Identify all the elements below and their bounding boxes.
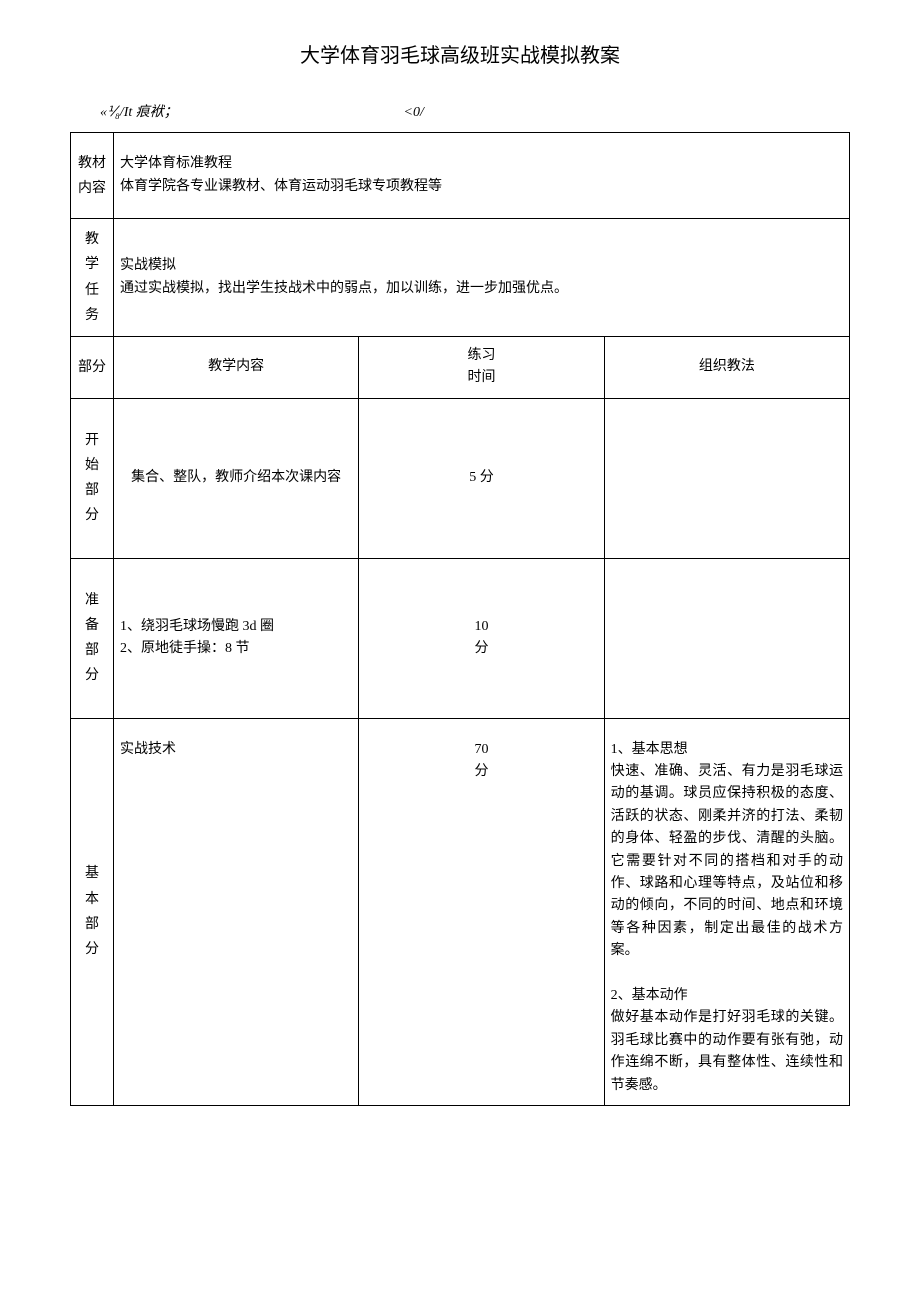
- content-basic: 实战技术: [114, 718, 359, 1105]
- row-header: 部分 教学内容 练习 时间 组织教法: [71, 336, 850, 398]
- method-prep: [604, 558, 849, 718]
- hdr-content: 教学内容: [114, 336, 359, 398]
- time-basic: 70 分: [359, 718, 604, 1105]
- time-prep: 10 分: [359, 558, 604, 718]
- label-task: 教 学 任 务: [71, 219, 114, 337]
- content-start: 集合、整队，教师介绍本次课内容: [114, 398, 359, 558]
- row-task: 教 学 任 务 实战模拟 通过实战模拟，找出学生技战术中的弱点，加以训练，进一步…: [71, 219, 850, 337]
- body-materials: 大学体育标准教程 体育学院各专业课教材、体育运动羽毛球专项教程等: [114, 133, 850, 219]
- subheader-left: «⅟₈/It 痕袱；: [100, 102, 400, 124]
- subheader-row: «⅟₈/It 痕袱； <0/: [100, 102, 860, 124]
- subheader-right: <0/: [404, 105, 424, 120]
- row-basic: 基 本 部 分 实战技术 70 分 1、基本思想 快速、准确、灵活、有力是羽毛球…: [71, 718, 850, 1105]
- label-materials: 教材 内容: [71, 133, 114, 219]
- lesson-table: 教材 内容 大学体育标准教程 体育学院各专业课教材、体育运动羽毛球专项教程等 教…: [70, 132, 850, 1106]
- label-prep: 准 备 部 分: [71, 558, 114, 718]
- label-start: 开 始 部 分: [71, 398, 114, 558]
- hdr-section: 部分: [71, 336, 114, 398]
- hdr-method: 组织教法: [604, 336, 849, 398]
- time-start: 5 分: [359, 398, 604, 558]
- row-prep: 准 备 部 分 1、绕羽毛球场慢跑 3d 圈 2、原地徒手操：8 节 10 分: [71, 558, 850, 718]
- method-basic: 1、基本思想 快速、准确、灵活、有力是羽毛球运动的基调。球员应保持积极的态度、活…: [604, 718, 849, 1105]
- row-start: 开 始 部 分 集合、整队，教师介绍本次课内容 5 分: [71, 398, 850, 558]
- label-basic: 基 本 部 分: [71, 718, 114, 1105]
- method-start: [604, 398, 849, 558]
- content-prep: 1、绕羽毛球场慢跑 3d 圈 2、原地徒手操：8 节: [114, 558, 359, 718]
- hdr-time: 练习 时间: [359, 336, 604, 398]
- row-materials: 教材 内容 大学体育标准教程 体育学院各专业课教材、体育运动羽毛球专项教程等: [71, 133, 850, 219]
- body-task: 实战模拟 通过实战模拟，找出学生技战术中的弱点，加以训练，进一步加强优点。: [114, 219, 850, 337]
- page-title: 大学体育羽毛球高级班实战模拟教案: [60, 40, 860, 72]
